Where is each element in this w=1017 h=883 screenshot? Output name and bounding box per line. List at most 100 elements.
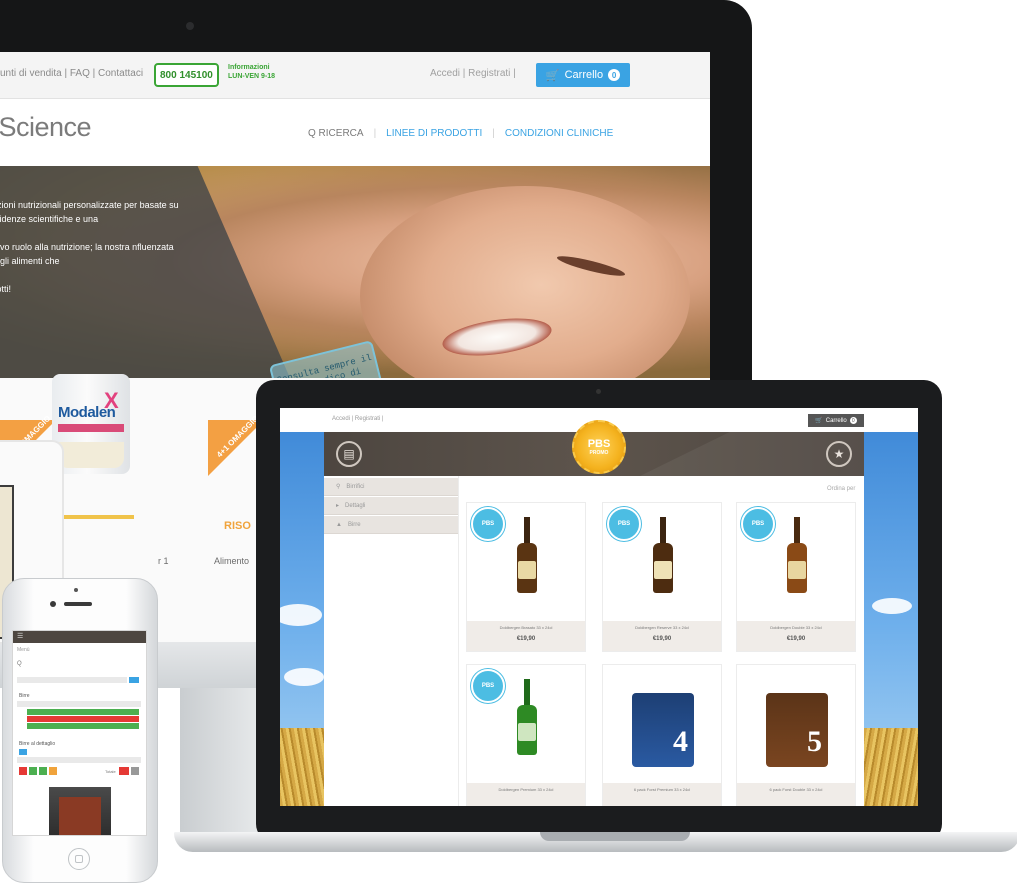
product-card[interactable]: PBS Doldbergen Reserve 33 x 24cl €19,90 [602, 502, 722, 652]
tag-icon: ▸ [336, 503, 340, 509]
nav-product-lines[interactable]: LINEE DI PRODOTTI [386, 128, 482, 139]
phone-section-title: Birre [19, 693, 30, 699]
nav-clinical-conditions[interactable]: CONDIZIONI CLINICHE [505, 128, 613, 139]
product-name: Doldbergen Double 33 x 24cl [770, 625, 822, 630]
sidebar-item-beers[interactable]: ▲ Birre [324, 516, 458, 534]
laptop-screen-website: Accedi | Registrati | 🛒 Carrello 0 ▤ ★ P… [280, 408, 918, 806]
hero-copy: luzioni nutrizionali personalizzate per … [0, 198, 190, 310]
phone-screen-website: ☰ Menù Q Birre Birre al dettaglio Totale [12, 630, 147, 836]
sidebar-item-label: Birrifici [346, 483, 365, 490]
phone-section-title: Birre al dettaglio [19, 741, 56, 747]
site-logo[interactable]: thScience [0, 112, 92, 143]
hero-banner: luzioni nutrizionali personalizzate per … [0, 166, 710, 378]
phone-nav-label[interactable]: Menù [17, 647, 30, 653]
sidebar-item-label: Dettagli [345, 502, 366, 509]
phone-product-image[interactable] [49, 787, 111, 835]
product-category-line [60, 515, 134, 519]
sidebar-item-label: Birre [347, 521, 361, 528]
phone-product-detail [59, 797, 101, 835]
shop-cart-button[interactable]: 🛒 Carrello 0 [808, 414, 864, 427]
logo-text: Science [0, 112, 92, 142]
cart-count-badge: 0 [608, 69, 621, 81]
product-title[interactable]: RISO [224, 520, 251, 532]
phone-info-line2: LUN-VEN 9-18 [228, 73, 276, 80]
pack-number: 5 [807, 725, 822, 758]
phone-qty-button[interactable] [29, 767, 37, 775]
product-name: Doldbergen Premium 33 x 24cl [498, 787, 554, 792]
product-card[interactable]: 4 6 pack Forst Premium 33 x 24cl [602, 664, 722, 806]
phone-front-camera [50, 601, 56, 607]
phone-action-button[interactable] [131, 767, 139, 775]
phone-qty-button[interactable] [49, 767, 57, 775]
phone-option-red[interactable] [27, 716, 139, 722]
phone-info: Informazioni LUN-VEN 9-18 [228, 63, 275, 81]
product-card[interactable]: PBS Doldbergen Premium 33 x 24cl [466, 664, 586, 806]
cloud-decoration [872, 598, 912, 614]
product-card[interactable]: PBS Doldbergen Double 33 x 24cl €19,90 [736, 502, 856, 652]
cart-icon: 🛒 [815, 418, 823, 424]
shop-logo-badge[interactable]: PBS PROMO [572, 420, 626, 474]
shop-cart-count: 0 [849, 417, 857, 424]
consult-doctor-stamp: Consulta sempre il tuo medico di fiducia [268, 340, 386, 378]
phone-number: 800 145100 [160, 69, 213, 81]
product-price: €19,90 [786, 636, 806, 642]
phone-option-green[interactable] [27, 723, 139, 729]
phone-qty-button[interactable] [39, 767, 47, 775]
location-icon: ⚲ [336, 484, 341, 490]
beer-bottle-image [785, 517, 809, 597]
phone-speaker [64, 602, 92, 606]
desktop-camera [186, 22, 194, 30]
promo-badge: PBS [607, 507, 641, 541]
menu-icon[interactable]: ☰ [17, 632, 23, 640]
product-card[interactable]: PBS Doldbergen Brasato 33 x 24cl €19,90 [466, 502, 586, 652]
phone-total-label: Totale [105, 769, 116, 774]
phone-list-row[interactable] [17, 701, 141, 707]
phone-option-green[interactable] [27, 709, 139, 715]
product-description: r 1 [158, 556, 169, 566]
phone-info-line1: Informazioni [228, 64, 270, 71]
home-icon [75, 855, 83, 863]
shop-auth-links[interactable]: Accedi | Registrati | [332, 416, 383, 422]
cart-button[interactable]: 🛒 Carrello 0 [536, 63, 630, 87]
badge-title: PBS [587, 437, 611, 450]
phone-small-button[interactable] [19, 749, 27, 755]
product-name: Doldbergen Reserve 33 x 24cl [635, 625, 689, 630]
product-info: Doldbergen Brasato 33 x 24cl €19,90 [467, 621, 585, 651]
hero-paragraph: luzioni nutrizionali personalizzate per … [0, 200, 179, 224]
phone-remove-button[interactable] [119, 767, 129, 775]
sidebar-item-details[interactable]: ▸ Dettagli [324, 497, 458, 515]
phone-search-button[interactable] [129, 677, 139, 683]
nav-search[interactable]: Q RICERCA [308, 128, 364, 139]
product-info: Doldbergen Double 33 x 24cl €19,90 [737, 621, 855, 651]
phone-search-field[interactable] [17, 677, 127, 683]
auth-links[interactable]: Accedi | Registrati | [430, 68, 516, 79]
nav-divider: | [492, 128, 495, 139]
sidebar-item-brewery[interactable]: ⚲ Birrifici [324, 478, 458, 496]
cart-label: Carrello [564, 69, 604, 81]
beer-bottle-image [515, 517, 539, 597]
promo-badge: PBS [471, 507, 505, 541]
phone-qty-button[interactable] [19, 767, 27, 775]
hero-paragraph: uovo ruolo alla nutrizione; la nostra nf… [0, 242, 174, 266]
product-brand-mark: X [104, 388, 119, 413]
bottle-icon: ▲ [336, 521, 342, 528]
phone-list-row[interactable] [17, 757, 141, 763]
hero-paragraph: Dotti! [0, 284, 12, 294]
product-name: Doldbergen Brasato 33 x 24cl [499, 625, 553, 630]
badge-subtitle: PROMO [589, 449, 609, 456]
search-icon[interactable]: Q [17, 661, 22, 667]
toll-free-phone-badge[interactable]: 800 145100 [154, 63, 219, 87]
sort-label[interactable]: Ordina per [827, 486, 855, 492]
calendar-icon[interactable]: ▤ [336, 441, 362, 467]
star-icon[interactable]: ★ [826, 441, 852, 467]
six-pack-image: 4 [632, 693, 694, 767]
product-info: Doldbergen Reserve 33 x 24cl €19,90 [603, 621, 721, 651]
product-card[interactable]: 5 6 pack Forst Double 33 x 24cl [736, 664, 856, 806]
product-can-base [58, 442, 124, 468]
laptop-camera [596, 389, 601, 394]
topbar-links[interactable]: unti di vendita | FAQ | Contattaci [0, 68, 143, 79]
beer-bottle-image [515, 679, 539, 759]
product-info: 6 pack Forst Premium 33 x 24cl [603, 783, 721, 806]
promo-badge: PBS [741, 507, 775, 541]
product-description: Alimento [214, 556, 250, 566]
